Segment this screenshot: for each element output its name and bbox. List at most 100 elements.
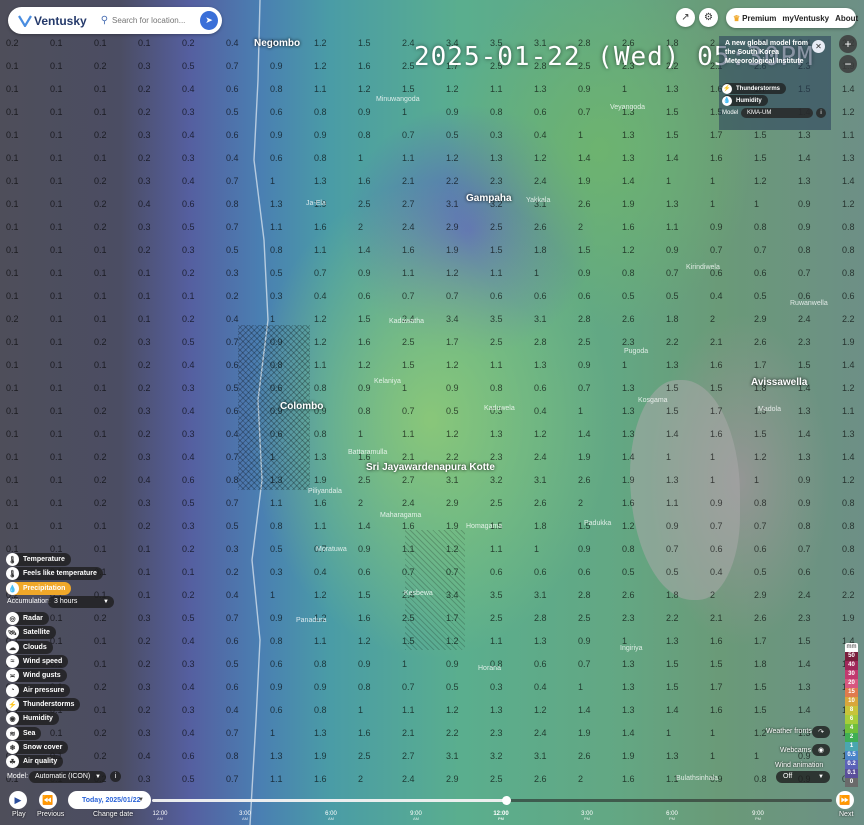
- timeline-tick[interactable]: 3:00 AM: [233, 811, 257, 821]
- next-button[interactable]: ⏩: [836, 791, 854, 809]
- layer-thunderstorms[interactable]: ⚡ Thunderstorms: [6, 698, 81, 711]
- layer-wind-gusts[interactable]: ≍ Wind gusts: [6, 669, 67, 682]
- city-label[interactable]: Negombo: [254, 38, 300, 49]
- precip-value: 2.9: [446, 222, 459, 232]
- tick-period: AM: [328, 816, 334, 821]
- city-label[interactable]: Veyangoda: [610, 104, 645, 111]
- city-label[interactable]: Avissawella: [751, 377, 807, 388]
- city-label[interactable]: Kirindiwela: [686, 264, 720, 271]
- precip-value: 2.5: [578, 613, 591, 623]
- timeline-tick[interactable]: 12:00 AM: [148, 811, 172, 821]
- timeline-tick[interactable]: 6:00 AM: [319, 811, 343, 821]
- city-label[interactable]: Piliyandala: [308, 488, 342, 495]
- precip-value: 1.2: [358, 636, 371, 646]
- ventusky-logo[interactable]: Ventusky: [18, 14, 87, 28]
- webcams-label: Webcams: [780, 747, 811, 754]
- layer-wind-speed[interactable]: ≈ Wind speed: [6, 655, 69, 668]
- layer-sea[interactable]: ≋ Sea: [6, 727, 42, 740]
- info-icon[interactable]: i: [816, 108, 826, 118]
- city-label[interactable]: Ruwanwella: [790, 300, 828, 307]
- timeline-handle[interactable]: [501, 796, 511, 805]
- announcement-chip-humidity[interactable]: 💧 Humidity: [722, 95, 768, 106]
- info-icon[interactable]: i: [110, 771, 121, 782]
- city-label[interactable]: Bulathsinhala: [676, 775, 718, 782]
- layer-satellite[interactable]: 🛰 Satellite: [6, 626, 56, 639]
- precip-value: 0.7: [226, 452, 239, 462]
- humidity-icon: ◉: [6, 712, 19, 725]
- wind-icon: ≈: [6, 655, 19, 668]
- city-label[interactable]: Minuwangoda: [376, 96, 420, 103]
- timeline-tick[interactable]: 9:00 PM: [746, 811, 770, 821]
- city-label[interactable]: Ingiriya: [620, 645, 643, 652]
- share-button[interactable]: ↗: [676, 8, 695, 27]
- city-label[interactable]: Kadawatha: [389, 318, 424, 325]
- timeline-tick[interactable]: 9:00 AM: [404, 811, 428, 821]
- date-select[interactable]: Today, 2025/01/22 ▼: [68, 791, 151, 809]
- timeline-tick[interactable]: 12:00 PM: [489, 811, 513, 821]
- play-button[interactable]: ▶: [9, 791, 27, 809]
- city-label[interactable]: Kelaniya: [374, 378, 401, 385]
- precip-value: 0.4: [226, 705, 239, 715]
- city-label[interactable]: Battaramulla: [348, 449, 387, 456]
- precip-value: 0.7: [402, 567, 415, 577]
- city-label[interactable]: Maharagama: [380, 512, 421, 519]
- precip-value: 2.2: [446, 452, 459, 462]
- precip-value: 2.3: [798, 613, 811, 623]
- precip-value: 0.6: [270, 107, 283, 117]
- layer-precipitation[interactable]: 💧 Precipitation: [6, 582, 72, 595]
- locate-button[interactable]: ➤: [200, 11, 218, 30]
- city-label[interactable]: Ja-Ela: [306, 200, 326, 207]
- precip-value: 2.5: [490, 774, 503, 784]
- city-label[interactable]: Kesbewa: [404, 590, 433, 597]
- zoom-out-button[interactable]: −: [839, 55, 857, 73]
- precip-value: 0.3: [138, 613, 151, 623]
- search-input[interactable]: [112, 16, 201, 25]
- layer-radar[interactable]: ◎ Radar: [6, 612, 49, 625]
- about-link[interactable]: About: [835, 14, 858, 23]
- zoom-in-button[interactable]: +: [839, 35, 857, 53]
- precip-value: 0.3: [182, 153, 195, 163]
- city-label[interactable]: Sri Jayawardenapura Kotte: [366, 462, 495, 473]
- precip-value: 1.5: [710, 383, 723, 393]
- myventusky-link[interactable]: myVentusky: [782, 14, 829, 23]
- layer-snow-cover[interactable]: ❄ Snow cover: [6, 741, 69, 754]
- weather-fronts-toggle[interactable]: ↷: [812, 726, 830, 738]
- timeline-tick[interactable]: 6:00 PM: [660, 811, 684, 821]
- announcement-close-button[interactable]: ✕: [812, 40, 825, 53]
- layer-clouds[interactable]: ☁ Clouds: [6, 641, 53, 654]
- precip-value: 0.1: [6, 268, 19, 278]
- city-label[interactable]: Madola: [758, 406, 781, 413]
- layer-temperature[interactable]: 🌡 Temperature: [6, 553, 71, 566]
- city-label[interactable]: Colombo: [280, 401, 323, 412]
- timeline-tick[interactable]: 3:00 PM: [575, 811, 599, 821]
- precip-value: 2.5: [490, 613, 503, 623]
- city-label[interactable]: Yakkala: [526, 197, 550, 204]
- city-label[interactable]: Homagama: [466, 523, 502, 530]
- timeline-track[interactable]: [152, 796, 832, 805]
- precip-value: 2.5: [402, 613, 415, 623]
- accumulation-select[interactable]: 3 hours ▼: [48, 596, 114, 608]
- city-label[interactable]: Horana: [478, 665, 501, 672]
- city-label[interactable]: Pugoda: [624, 348, 648, 355]
- announcement-chip-thunderstorms[interactable]: ⚡ Thunderstorms: [722, 83, 787, 94]
- premium-link[interactable]: Premium: [742, 14, 776, 23]
- announcement-model-select[interactable]: KMA-UM: [741, 108, 813, 118]
- wind-animation-select[interactable]: Off ▼: [776, 771, 830, 783]
- city-label[interactable]: Kaduwela: [484, 405, 515, 412]
- model-value: KMA-UM: [747, 110, 772, 116]
- webcams-toggle[interactable]: ◉: [812, 744, 830, 756]
- precip-value: 0.1: [138, 590, 151, 600]
- city-label[interactable]: Moratuwa: [316, 546, 347, 553]
- city-label[interactable]: Kosgama: [638, 397, 668, 404]
- settings-button[interactable]: ⚙: [699, 8, 718, 27]
- layer-humidity[interactable]: ◉ Humidity: [6, 712, 59, 725]
- announcement-panel: A new global model from the South Korea …: [719, 36, 831, 130]
- layer-feels-like-temperature[interactable]: 🌡 Feels like temperature: [6, 567, 103, 580]
- layer-air-quality[interactable]: ☘ Air quality: [6, 755, 64, 768]
- layer-air-pressure[interactable]: ◔ Air pressure: [6, 684, 71, 697]
- city-label[interactable]: Gampaha: [466, 193, 512, 204]
- previous-button[interactable]: ⏪: [39, 791, 57, 809]
- model-select[interactable]: Automatic (ICON) ▼: [29, 771, 106, 783]
- city-label[interactable]: Padukka: [584, 520, 611, 527]
- city-label[interactable]: Panadura: [296, 617, 326, 624]
